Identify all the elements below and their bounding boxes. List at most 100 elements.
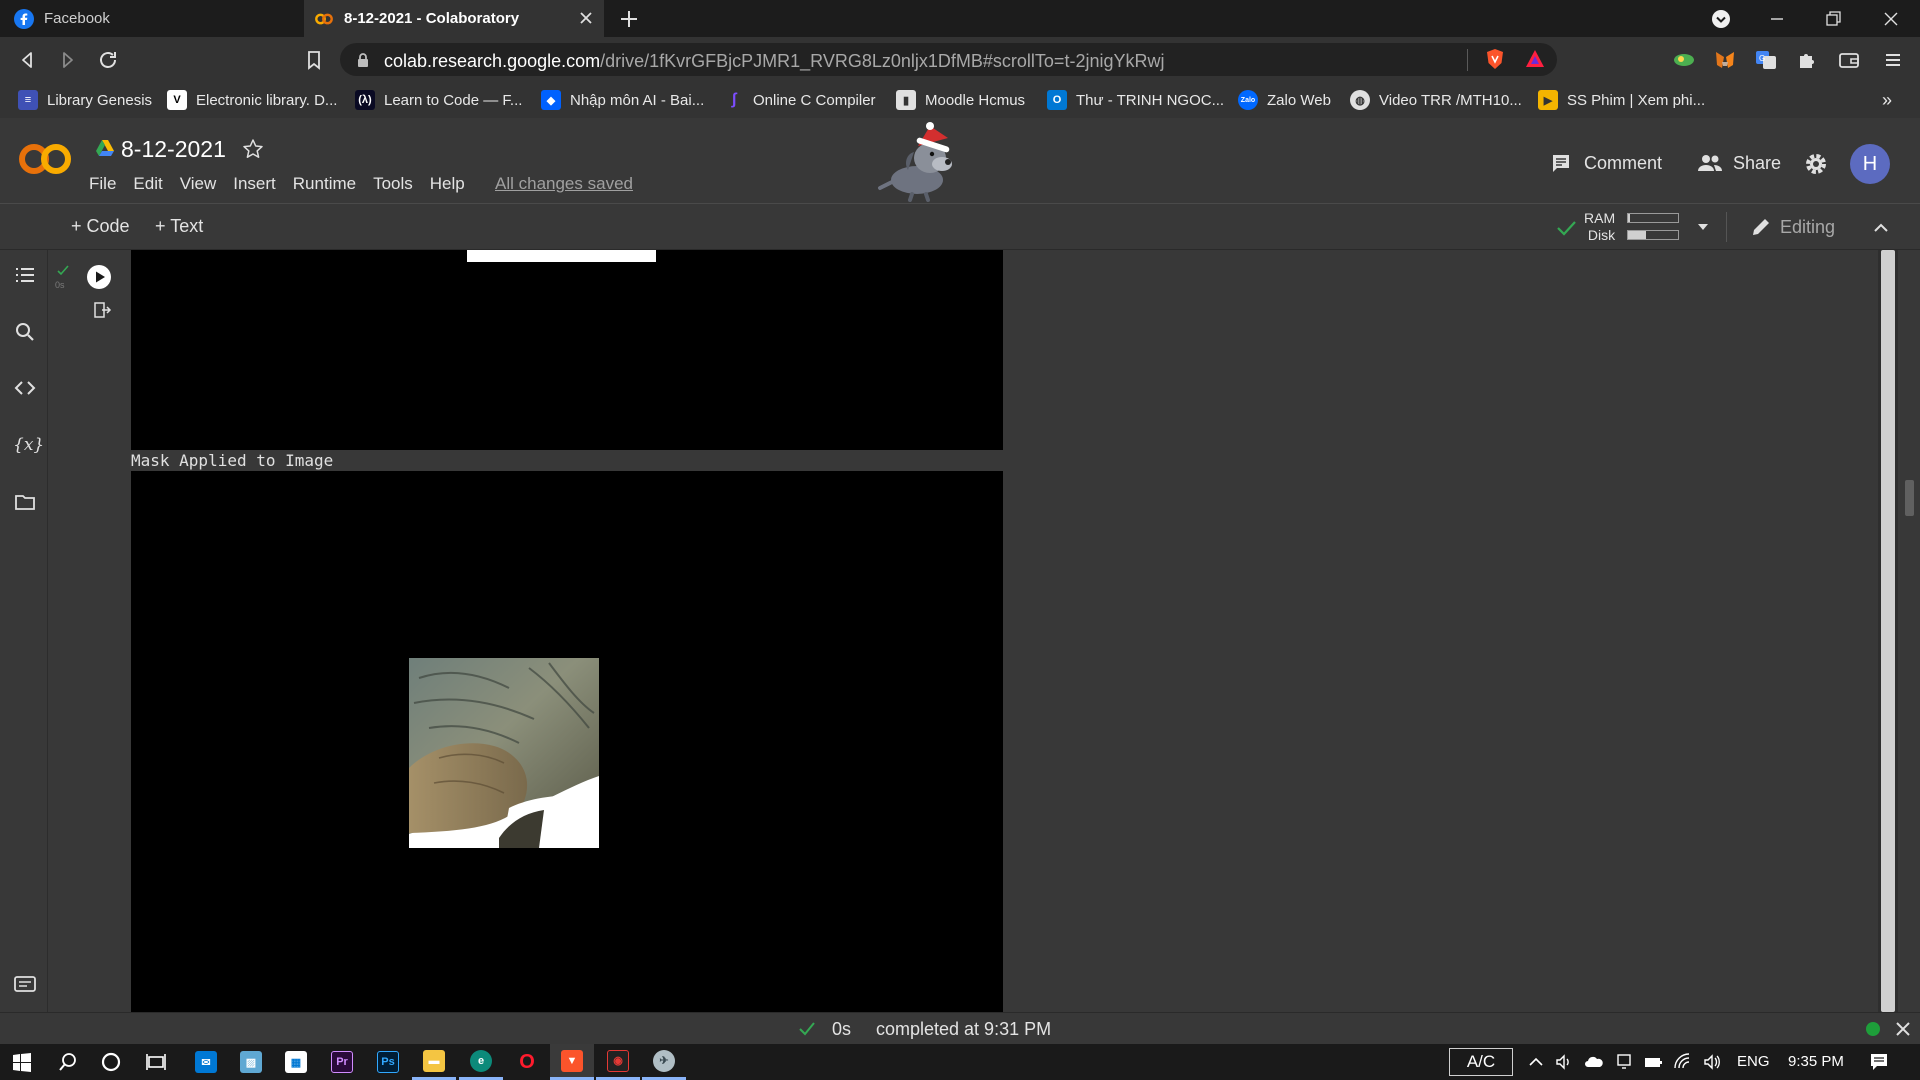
bookmark-library-genesis[interactable]: ≡ Library Genesis	[18, 89, 152, 111]
run-cell-button[interactable]	[86, 264, 112, 290]
share-button[interactable]: Share	[1697, 152, 1781, 174]
taskbar-brave[interactable]: ▼	[550, 1044, 594, 1080]
close-window-icon[interactable]	[1879, 7, 1903, 31]
add-text-button[interactable]: + Text	[155, 216, 203, 237]
bookmark-label: SS Phim | Xem phi...	[1567, 91, 1706, 109]
menu-file[interactable]: File	[89, 174, 116, 194]
colab-logo[interactable]	[18, 140, 72, 178]
bookmark-online-c-compiler[interactable]: ʃ Online C Compiler	[724, 89, 875, 111]
avatar[interactable]: H	[1850, 144, 1890, 184]
ac-indicator[interactable]: A/C	[1449, 1048, 1513, 1076]
comment-button[interactable]: Comment	[1550, 152, 1662, 174]
taskbar-edge[interactable]: e	[459, 1044, 503, 1080]
notification-icon[interactable]	[1868, 1051, 1890, 1073]
tab-colab[interactable]: 8-12-2021 - Colaboratory	[304, 0, 604, 37]
back-icon[interactable]	[16, 48, 40, 72]
gear-icon[interactable]	[1803, 151, 1829, 177]
browser-tab-strip: Facebook 8-12-2021 - Colaboratory	[0, 0, 1920, 37]
bookmark-page-icon[interactable]	[302, 48, 326, 72]
drive-icon[interactable]	[95, 138, 115, 158]
taskbar-premiere[interactable]: Pr	[320, 1044, 364, 1080]
speaker-icon[interactable]	[1554, 1052, 1574, 1072]
ram-bar[interactable]	[1627, 213, 1679, 223]
terminal-icon[interactable]	[13, 972, 37, 996]
address-bar[interactable]: colab.research.google.com/drive/1fKvrGFB…	[340, 43, 1557, 76]
photos-icon: ▨	[240, 1051, 262, 1073]
variables-icon[interactable]: {x}	[13, 433, 44, 457]
tab-facebook[interactable]: Facebook	[0, 0, 304, 37]
puzzle-icon[interactable]	[1795, 48, 1819, 72]
code-snippets-icon[interactable]	[13, 376, 37, 400]
tab-title: 8-12-2021 - Colaboratory	[344, 10, 520, 27]
table-of-contents-icon[interactable]	[13, 263, 37, 287]
notebook-title[interactable]: 8-12-2021	[121, 136, 226, 163]
close-icon[interactable]	[576, 8, 596, 28]
start-button[interactable]	[0, 1044, 44, 1080]
notebook-scrollbar[interactable]	[1878, 250, 1898, 1012]
bookmark-learn-to-code[interactable]: (λ) Learn to Code — F...	[355, 89, 522, 111]
device-icon[interactable]	[1614, 1052, 1634, 1072]
bookmark-moodle[interactable]: ▮ Moodle Hcmus	[896, 89, 1025, 111]
taskbar-app-red[interactable]: ◉	[596, 1044, 640, 1080]
menu-edit[interactable]: Edit	[133, 174, 162, 194]
restore-icon[interactable]	[1821, 7, 1845, 31]
menu-icon[interactable]	[1881, 48, 1905, 72]
volume-icon[interactable]	[1702, 1052, 1722, 1072]
outlook-icon: O	[1047, 90, 1067, 110]
bookmark-ss-phim[interactable]: ▶ SS Phim | Xem phi...	[1538, 89, 1705, 111]
taskbar-photos[interactable]: ▨	[229, 1044, 273, 1080]
star-icon[interactable]	[242, 138, 264, 160]
chevron-down-icon[interactable]	[1695, 219, 1711, 235]
search-icon[interactable]	[13, 320, 37, 344]
wifi-icon[interactable]	[1673, 1052, 1693, 1072]
clock[interactable]: 9:35 PM	[1788, 1053, 1844, 1070]
bookmark-label: Thư - TRINH NGOC...	[1076, 91, 1225, 109]
close-icon[interactable]	[1894, 1020, 1912, 1038]
task-view-button[interactable]	[134, 1044, 178, 1080]
tab-search-icon[interactable]	[1709, 7, 1733, 31]
taskbar-mail[interactable]: ✉	[184, 1044, 228, 1080]
onedrive-icon[interactable]	[1584, 1052, 1604, 1072]
chevron-up-icon[interactable]	[1526, 1052, 1546, 1072]
bookmark-video-trr[interactable]: ◍ Video TRR /MTH10...	[1350, 89, 1522, 111]
menu-help[interactable]: Help	[430, 174, 465, 194]
bookmark-electronic-library[interactable]: V Electronic library. D...	[167, 89, 337, 111]
taskbar-app-bird[interactable]: ✈	[642, 1044, 686, 1080]
brave-rewards-icon[interactable]	[1524, 48, 1546, 70]
editing-mode-button[interactable]: Editing	[1750, 216, 1835, 238]
menu-insert[interactable]: Insert	[233, 174, 276, 194]
taskbar-photoshop[interactable]: Ps	[366, 1044, 410, 1080]
language-indicator[interactable]: ENG	[1737, 1053, 1770, 1070]
save-status-link[interactable]: All changes saved	[495, 174, 633, 194]
extension-green-icon[interactable]	[1672, 48, 1696, 72]
cortana-button[interactable]	[89, 1044, 133, 1080]
new-tab-icon[interactable]	[618, 8, 640, 30]
translate-icon[interactable]: G	[1754, 48, 1778, 72]
bookmark-zalo-web[interactable]: Zalo Zalo Web	[1238, 89, 1331, 111]
menu-view[interactable]: View	[180, 174, 217, 194]
completed-text[interactable]: completed at 9:31 PM	[876, 1019, 1051, 1040]
bookmarks-overflow-icon[interactable]: »	[1882, 89, 1892, 111]
forward-icon[interactable]	[55, 48, 79, 72]
reload-icon[interactable]	[96, 48, 120, 72]
menu-runtime[interactable]: Runtime	[293, 174, 356, 194]
bookmark-mail[interactable]: O Thư - TRINH NGOC...	[1047, 89, 1224, 111]
taskbar-explorer[interactable]: ▬	[412, 1044, 456, 1080]
minimize-icon[interactable]	[1765, 7, 1789, 31]
brave-shield-icon[interactable]	[1483, 47, 1507, 71]
menu-tools[interactable]: Tools	[373, 174, 413, 194]
disk-bar[interactable]	[1627, 230, 1679, 240]
bookmark-nhap-mon-ai[interactable]: ◆ Nhập môn AI - Bai...	[541, 89, 704, 111]
wallet-icon[interactable]	[1837, 48, 1861, 72]
chevron-up-icon[interactable]	[1870, 217, 1892, 239]
folder-icon[interactable]	[13, 490, 37, 514]
battery-icon[interactable]	[1643, 1052, 1663, 1072]
taskbar-store[interactable]: ▦	[274, 1044, 318, 1080]
cell-exec-time: 0s	[55, 280, 65, 290]
output-menu-icon[interactable]	[92, 300, 112, 320]
taskbar-opera[interactable]: O	[505, 1044, 549, 1080]
taskbar-search[interactable]	[46, 1044, 90, 1080]
add-code-button[interactable]: + Code	[71, 216, 130, 237]
scrollbar-thumb[interactable]	[1881, 250, 1895, 1012]
metamask-icon[interactable]	[1713, 48, 1737, 72]
